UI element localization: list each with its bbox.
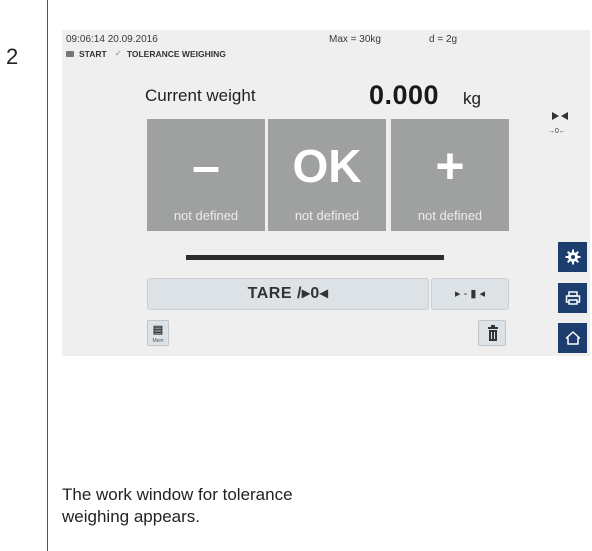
delete-button[interactable] [478, 320, 506, 346]
mem-label: Mem [152, 338, 164, 344]
current-weight-label: Current weight [145, 86, 256, 105]
gear-icon [565, 249, 580, 265]
tolerance-minus-box: – not defined [147, 119, 265, 231]
tolerance-plus-box: + not defined [391, 119, 509, 231]
trash-icon [488, 325, 498, 341]
status-datetime: 09:06:14 20.09.2016 [66, 34, 158, 45]
status-max-capacity: Max = 30kg [329, 34, 381, 45]
start-label[interactable]: START [79, 49, 107, 59]
home-button[interactable] [558, 323, 587, 353]
memory-icon: ▤ [152, 324, 164, 336]
app-breadcrumb: START ✓ TOLERANCE WEIGHING [66, 48, 226, 59]
settings-button[interactable] [558, 242, 587, 272]
home-icon [565, 331, 580, 345]
tolerance-ok-box: OK not defined [268, 119, 386, 231]
adjustment-button[interactable]: ▸ - ▮ ◂ [431, 278, 509, 310]
minus-status: not defined [173, 208, 239, 223]
balance-screen: 09:06:14 20.09.2016 Max = 30kg d = 2g ST… [62, 30, 590, 356]
step-divider [47, 0, 48, 551]
mem-button[interactable]: ▤ Mem [147, 320, 169, 346]
weight-unit: kg [463, 89, 481, 108]
status-readability: d = 2g [429, 34, 458, 45]
plus-status: not defined [417, 208, 483, 223]
printer-icon [565, 291, 580, 305]
check-icon: ✓ [114, 48, 122, 58]
print-button[interactable] [558, 283, 587, 313]
step-caption: The work window for tolerance weighing a… [62, 485, 293, 526]
mode-label: TOLERANCE WEIGHING [126, 48, 226, 59]
tare-button[interactable]: TARE /▸0◂ [147, 278, 429, 310]
ok-symbol: OK [292, 140, 362, 192]
ok-status: not defined [294, 208, 360, 223]
minus-symbol: – [192, 138, 220, 194]
level-indicator-icon [552, 112, 568, 120]
zero-indicator: →0← [548, 128, 566, 135]
step-number: 2 [6, 44, 19, 69]
weighing-bar [186, 255, 444, 260]
plus-symbol: + [435, 138, 465, 194]
weight-value: 0.000 [369, 80, 440, 110]
scale-icon [66, 50, 74, 57]
